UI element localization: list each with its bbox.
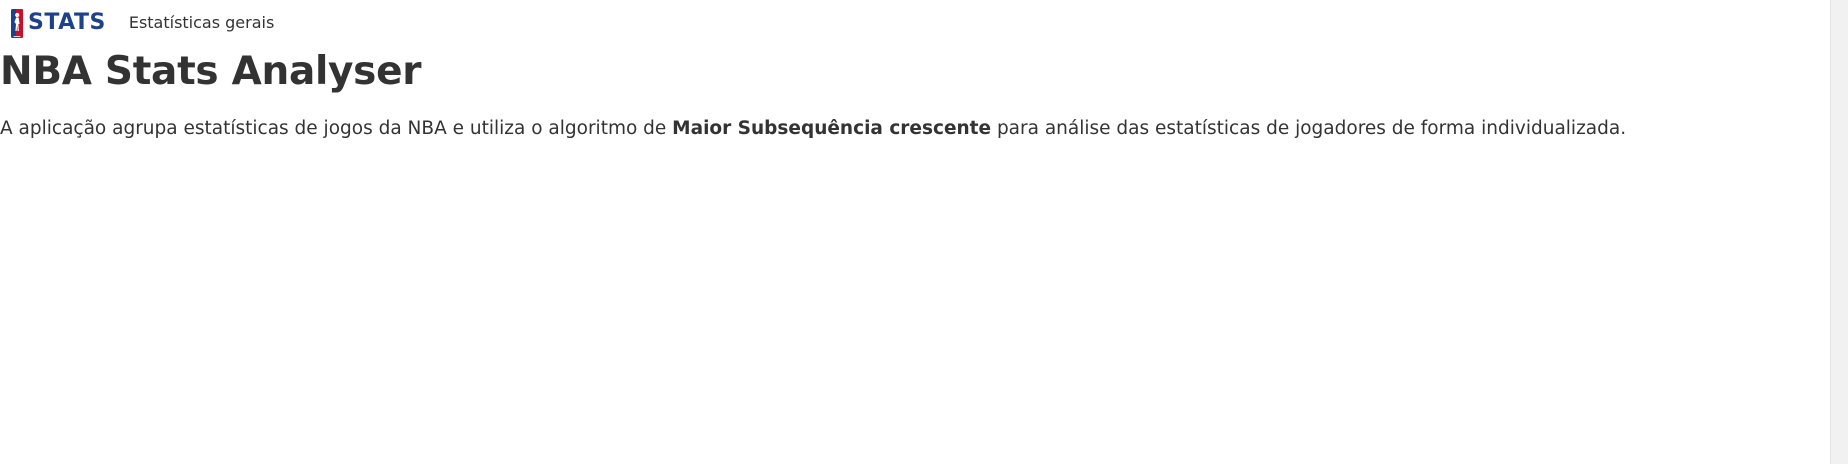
vertical-scrollbar[interactable]	[1830, 0, 1848, 464]
brand-logo-link[interactable]: STATS	[11, 8, 106, 38]
intro-paragraph: A aplicação agrupa estatísticas de jogos…	[0, 115, 1626, 143]
navbar: STATS Estatísticas gerais	[0, 0, 1830, 46]
intro-text-before: A aplicação agrupa estatísticas de jogos…	[0, 118, 673, 139]
intro-highlight: Maior Subsequência crescente	[672, 118, 992, 139]
intro-text-after: para análise das estatísticas de jogador…	[991, 118, 1627, 139]
page-title: NBA Stats Analyser	[0, 49, 422, 94]
nav-link-estatisticas-gerais[interactable]: Estatísticas gerais	[129, 15, 274, 31]
logo-text: STATS	[28, 10, 106, 35]
nba-logo-icon	[11, 8, 23, 38]
